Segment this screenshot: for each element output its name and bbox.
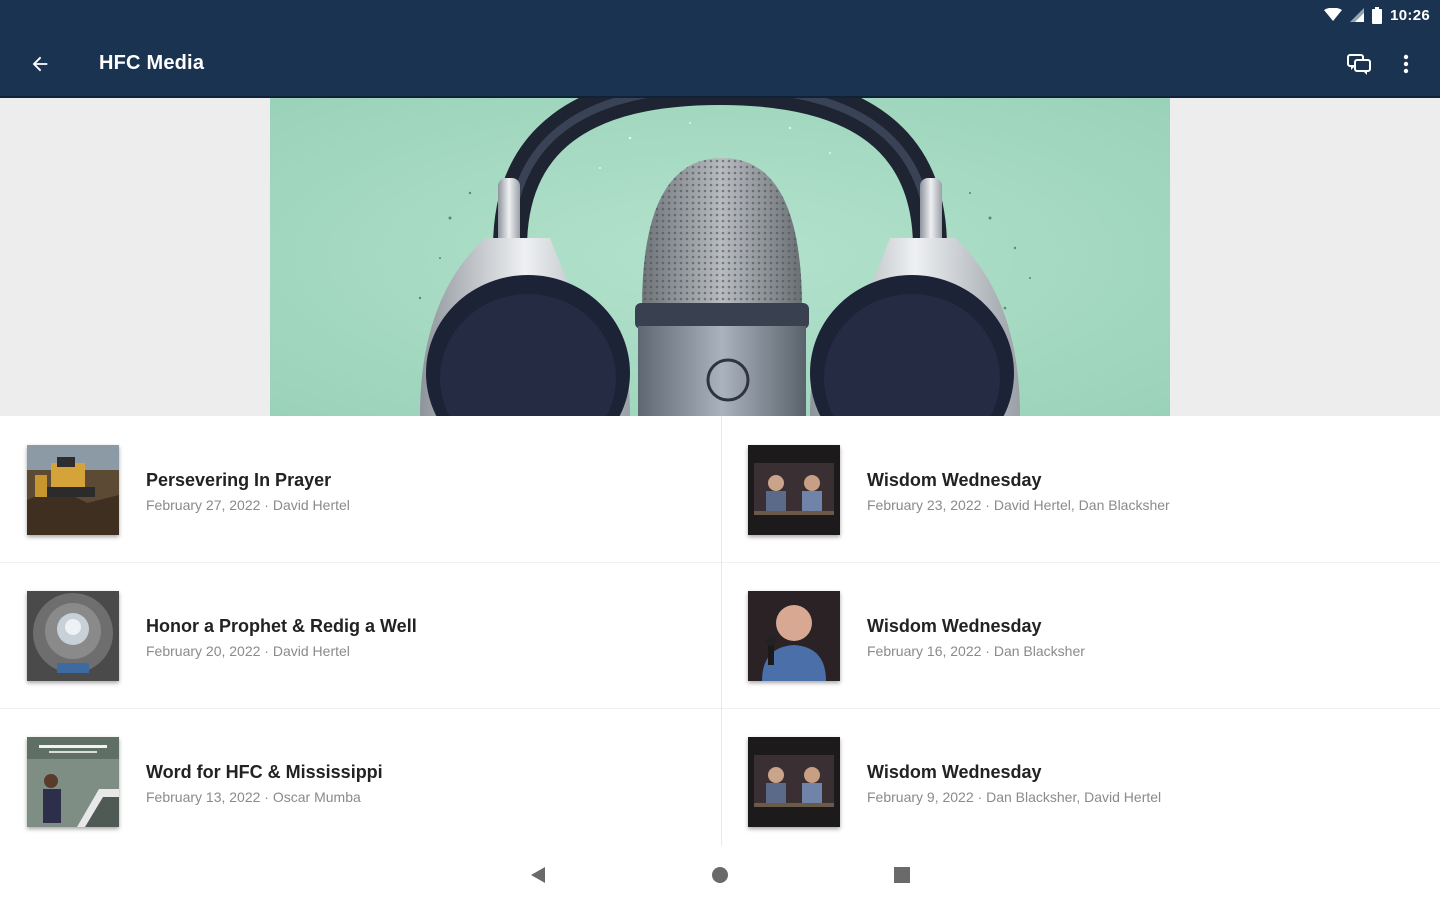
item-speaker: Oscar Mumba	[272, 789, 361, 805]
meta-separator: ·	[981, 643, 994, 659]
item-speaker: David Hertel, Dan Blacksher	[993, 497, 1170, 513]
item-speaker: David Hertel	[272, 497, 350, 513]
speaker-with-microphone-thumbnail	[748, 591, 840, 681]
list-item[interactable]: Wisdom Wednesday February 23, 2022 · Dav…	[721, 416, 1440, 562]
studio-two-hosts-thumbnail	[748, 737, 840, 827]
list-item[interactable]: Honor a Prophet & Redig a Well February …	[0, 562, 721, 708]
nav-home-button[interactable]	[702, 860, 738, 890]
list-item[interactable]: Persevering In Prayer February 27, 2022 …	[0, 416, 721, 562]
more-vert-icon	[1403, 54, 1409, 74]
list-item[interactable]: Word for HFC & Mississippi February 13, …	[0, 708, 721, 854]
list-item[interactable]: Wisdom Wednesday February 9, 2022 · Dan …	[721, 708, 1440, 854]
item-date: February 13, 2022	[146, 789, 261, 805]
nav-back-icon	[531, 867, 545, 883]
more-options-button[interactable]	[1386, 44, 1426, 84]
item-title: Wisdom Wednesday	[867, 762, 1042, 782]
nav-home-icon	[712, 867, 728, 883]
nav-recents-icon	[894, 867, 910, 883]
guest-speaker-thumbnail	[27, 737, 119, 827]
item-speaker: Dan Blacksher	[993, 643, 1085, 659]
bulldozer-thumbnail	[27, 445, 119, 535]
battery-icon	[1372, 6, 1383, 24]
meta-separator: ·	[260, 789, 273, 805]
page-title: HFC Media	[99, 52, 205, 74]
item-title: Persevering In Prayer	[146, 470, 332, 490]
system-nav-bar	[0, 850, 1440, 900]
list-item[interactable]: Wisdom Wednesday February 16, 2022 · Dan…	[721, 562, 1440, 708]
item-title: Honor a Prophet & Redig a Well	[146, 616, 417, 636]
chat-button[interactable]	[1339, 44, 1379, 84]
app-bar: 10:26 HFC Media	[0, 0, 1440, 98]
item-speaker: Dan Blacksher, David Hertel	[986, 789, 1162, 805]
item-date: February 20, 2022	[146, 643, 261, 659]
meta-separator: ·	[981, 497, 994, 513]
meta-separator: ·	[260, 643, 273, 659]
item-meta: February 9, 2022 · Dan Blacksher, David …	[867, 789, 1161, 805]
item-date: February 23, 2022	[867, 497, 982, 513]
media-list: Persevering In Prayer February 27, 2022 …	[0, 416, 1440, 856]
wifi-icon	[1324, 8, 1343, 21]
meta-separator: ·	[260, 497, 273, 513]
chat-bubbles-icon	[1347, 54, 1371, 75]
arrow-back-icon	[32, 56, 48, 72]
headphones-microphone-image	[270, 98, 1170, 416]
item-meta: February 20, 2022 · David Hertel	[146, 643, 350, 659]
studio-two-hosts-thumbnail	[748, 445, 840, 535]
item-speaker: David Hertel	[272, 643, 350, 659]
back-button[interactable]	[20, 44, 60, 84]
cell-signal-icon	[1350, 8, 1365, 22]
item-date: February 16, 2022	[867, 643, 982, 659]
item-meta: February 27, 2022 · David Hertel	[146, 497, 350, 513]
item-meta: February 23, 2022 · David Hertel, Dan Bl…	[867, 497, 1170, 513]
item-date: February 9, 2022	[867, 789, 974, 805]
hero-banner	[270, 98, 1170, 416]
item-title: Wisdom Wednesday	[867, 616, 1042, 636]
item-meta: February 16, 2022 · Dan Blacksher	[867, 643, 1085, 659]
item-meta: February 13, 2022 · Oscar Mumba	[146, 789, 361, 805]
item-title: Word for HFC & Mississippi	[146, 762, 383, 782]
nav-recents-button[interactable]	[884, 860, 920, 890]
item-title: Wisdom Wednesday	[867, 470, 1042, 490]
clock: 10:26	[1390, 6, 1430, 24]
well-tunnel-thumbnail	[27, 591, 119, 681]
status-bar: 10:26	[1324, 5, 1430, 25]
item-date: February 27, 2022	[146, 497, 261, 513]
nav-back-button[interactable]	[520, 860, 556, 890]
meta-separator: ·	[973, 789, 987, 805]
